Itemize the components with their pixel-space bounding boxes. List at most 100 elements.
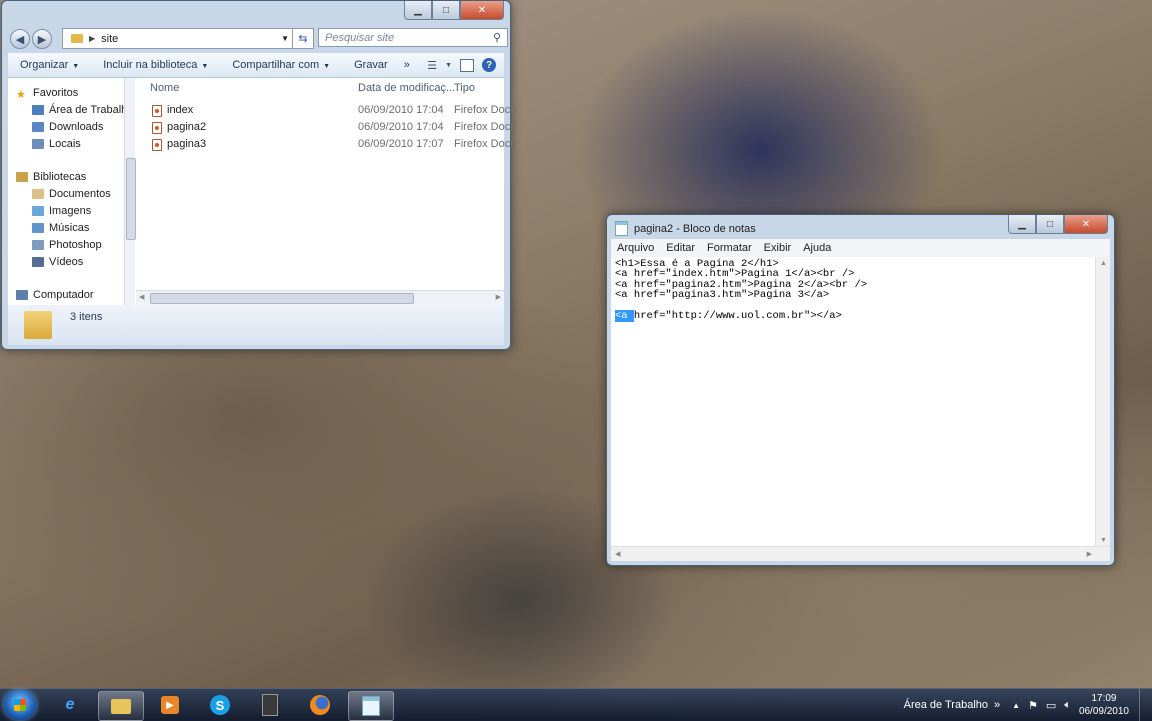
include-library-label: Incluir na biblioteca [103,59,198,71]
menu-edit[interactable]: Editar [660,242,701,254]
taskbar-media-player[interactable]: ▶ [148,691,192,719]
nav-photoshop[interactable]: Photoshop [32,239,102,251]
scroll-down-icon[interactable]: ▼ [1100,537,1107,544]
help-icon[interactable]: ? [482,58,496,72]
system-tray: Área de Trabalho » ▲ ⚑ ▭ 🔈︎ 17:09 06/09/… [904,689,1152,721]
explorer-caption-buttons: ▁ □ ✕ [404,1,504,20]
view-options-icon[interactable]: ☰ [427,59,437,72]
nav-places[interactable]: Locais [32,138,81,150]
scroll-left-icon[interactable]: ◀ [615,550,620,558]
nav-documents[interactable]: Documentos [32,188,111,200]
maximize-button[interactable]: □ [1036,215,1064,234]
taskbar-firefox[interactable] [298,691,342,719]
nav-computer[interactable]: Computador [16,289,94,301]
forward-button[interactable]: ▶ [32,29,52,49]
start-button[interactable] [4,690,36,720]
search-input[interactable]: Pesquisar site ⚲ [318,28,508,47]
scrollbar-thumb[interactable] [126,158,136,240]
search-placeholder: Pesquisar site [325,31,395,44]
address-bar[interactable]: ▶ site ▼ [62,28,294,49]
nav-music-label: Músicas [49,222,90,234]
menu-file[interactable]: Arquivo [611,242,660,254]
text-line: href="http://www.uol.com.br">​</a> [633,310,842,323]
share-button[interactable]: Compartilhar com ▼ [220,59,342,71]
include-library-button[interactable]: Incluir na biblioteca ▼ [91,59,220,71]
scrollbar-thumb[interactable] [150,293,414,304]
show-desktop-button[interactable] [1139,689,1152,721]
back-button[interactable]: ◀ [10,29,30,49]
app-icon [262,694,278,716]
toolbar-expand-icon[interactable]: » [994,699,1000,711]
nav-videos[interactable]: Vídeos [32,256,83,268]
chevron-down-icon[interactable]: ▼ [445,62,452,69]
music-icon [32,223,44,233]
editor-content[interactable]: <h1>Essa é a Pagina 2</h1> <a href="inde… [615,259,867,323]
minimize-button[interactable]: ▁ [1008,215,1036,234]
text-editor[interactable]: <h1>Essa é a Pagina 2</h1> <a href="inde… [611,257,1110,561]
breadcrumb-arrow-icon: ▶ [89,34,96,43]
places-icon [32,139,44,149]
item-count: 3 itens [70,311,103,323]
burn-button[interactable]: Gravar [342,59,400,71]
menu-view[interactable]: Exibir [758,242,798,254]
organize-button[interactable]: Organizar ▼ [8,59,91,71]
navigation-scrollbar[interactable] [124,78,136,305]
menu-format[interactable]: Formatar [701,242,758,254]
flag-icon[interactable]: ⚑ [1028,699,1038,712]
refresh-button[interactable]: ⇆ [292,28,314,49]
nav-documents-label: Documentos [49,188,111,200]
explorer-window: ▁ □ ✕ ◀ ▶ ▶ site ▼ ⇆ Pesquisar site ⚲ Or… [1,0,516,350]
file-list-hscrollbar[interactable]: ◀ ▶ [136,290,504,305]
desktop-toolbar-label[interactable]: Área de Trabalho [904,699,988,711]
file-type: Firefox Docu [454,104,517,116]
taskbar-internet-explorer[interactable]: e [48,691,92,719]
nav-libraries-label: Bibliotecas [33,171,87,183]
nav-images[interactable]: Imagens [32,205,91,217]
taskbar-app[interactable] [248,691,292,719]
scroll-up-icon[interactable]: ▲ [1100,260,1107,267]
column-type[interactable]: Tipo [454,82,475,94]
nav-libraries[interactable]: Bibliotecas [16,171,86,183]
close-button[interactable]: ✕ [460,1,504,20]
preview-pane-icon[interactable] [460,58,474,72]
taskbar-explorer[interactable] [98,691,144,721]
editor-hscrollbar[interactable]: ◀ ▶ [611,546,1110,561]
close-button[interactable]: ✕ [1064,215,1108,234]
taskbar-skype[interactable]: S [198,691,242,719]
nav-music[interactable]: Músicas [32,222,89,234]
clock-time: 17:09 [1091,693,1117,704]
minimize-button[interactable]: ▁ [404,1,432,20]
downloads-icon [32,122,44,132]
volume-icon[interactable]: 🔈︎ [1064,699,1071,712]
network-icon[interactable]: ▭ [1046,699,1056,712]
nav-desktop[interactable]: Área de Trabalho [32,104,126,116]
scroll-right-icon[interactable]: ▶ [1087,550,1092,558]
file-row-pagina2[interactable]: pagina2 06/09/2010 17:04 Firefox Docu [136,120,516,136]
file-row-pagina3[interactable]: pagina3 06/09/2010 17:07 Firefox Docu [136,137,516,153]
column-name[interactable]: Nome [150,82,179,94]
html-file-icon [152,139,162,151]
editor-vscrollbar[interactable]: ▲ ▼ [1095,257,1110,547]
nav-favorites-label: Favoritos [33,87,79,99]
scroll-left-icon[interactable]: ◀ [139,293,144,301]
nav-favorites[interactable]: ★ Favoritos [16,87,79,101]
address-folder-name[interactable]: site [101,33,118,45]
column-date[interactable]: Data de modificaç... [358,82,455,94]
more-commands-button[interactable]: » [400,59,414,71]
clock[interactable]: 17:09 06/09/2010 [1079,692,1129,718]
nav-photoshop-label: Photoshop [49,239,102,251]
maximize-button[interactable]: □ [432,1,460,20]
navigation-pane: ★ Favoritos Área de Trabalho Downloads L… [8,78,126,305]
chevron-down-icon[interactable]: ▼ [281,34,289,43]
menu-help[interactable]: Ajuda [797,242,837,254]
text-line: <a href="pagina3.htm">Pagina 3</a> [615,289,830,302]
nav-downloads[interactable]: Downloads [32,121,103,133]
file-row-index[interactable]: index 06/09/2010 17:04 Firefox Docu [136,103,516,119]
chevron-down-icon: ▼ [201,63,209,70]
taskbar-notepad[interactable] [348,691,394,721]
show-hidden-icons-icon[interactable]: ▲ [1012,701,1020,710]
scroll-right-icon[interactable]: ▶ [496,293,501,301]
search-icon[interactable]: ⚲ [493,31,501,44]
folder-icon [71,34,83,43]
file-date: 06/09/2010 17:04 [358,121,444,133]
